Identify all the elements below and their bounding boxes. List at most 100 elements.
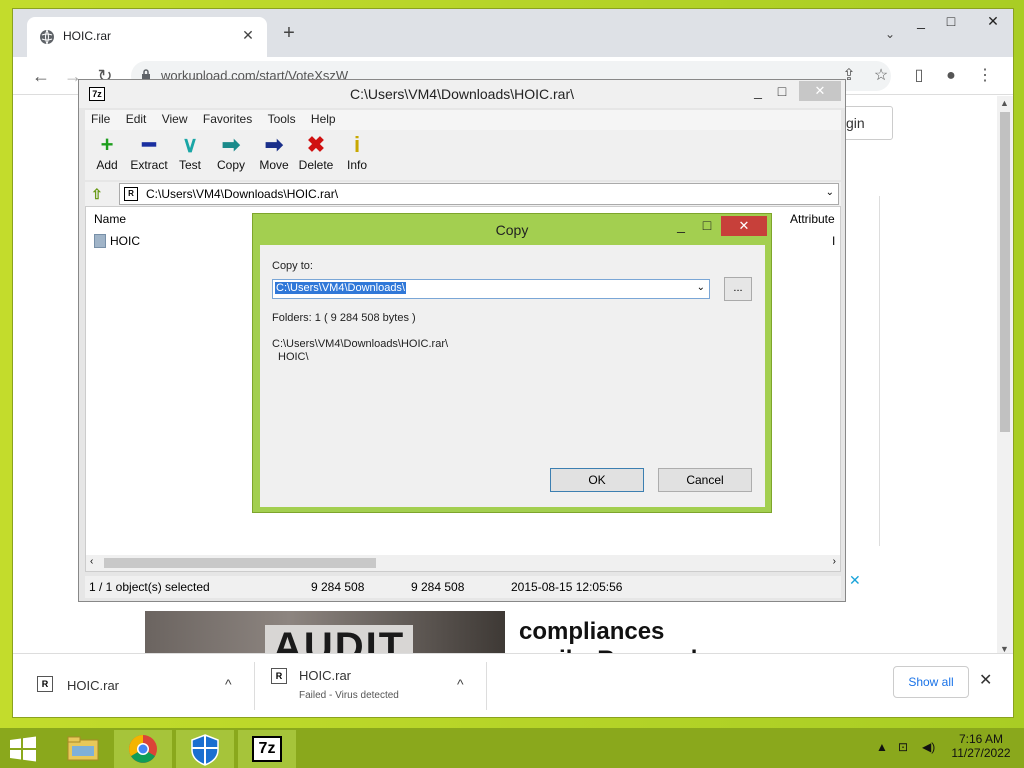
scroll-thumb[interactable] xyxy=(1000,112,1010,432)
chrome-taskbar-icon[interactable] xyxy=(114,730,172,768)
7zip-taskbar-icon[interactable]: 7z xyxy=(238,730,296,768)
7zip-address-path: C:\Users\VM4\Downloads\HOIC.rar\ xyxy=(146,187,339,201)
minimize-button[interactable]: _ xyxy=(907,13,935,29)
copy-to-label: Copy to: xyxy=(272,260,313,272)
info-label: Info xyxy=(346,158,367,172)
defender-shield-icon[interactable] xyxy=(176,730,234,768)
ad-close-icon[interactable]: ✕ xyxy=(849,572,861,589)
chevron-down-icon[interactable]: ⌄ xyxy=(697,282,705,293)
minimize-button[interactable]: _ xyxy=(667,217,695,233)
7zip-toolbar: + Add ━ Extract ∨ Test ➡ Copy ➡ Move ✖ D… xyxy=(85,130,841,180)
info-icon: i xyxy=(353,132,361,157)
copy-to-field[interactable]: C:\Users\VM4\Downloads\ ⌄ xyxy=(272,279,710,299)
close-button[interactable]: ✕ xyxy=(799,81,841,101)
clock-date: 11/27/2022 xyxy=(951,746,1011,760)
download-name: HOIC.rar xyxy=(67,678,119,693)
download-item-2[interactable]: R HOIC.rar Failed - Virus detected ^ xyxy=(259,662,487,710)
add-button[interactable]: + Add xyxy=(91,132,123,178)
scroll-right-icon[interactable]: › xyxy=(833,556,836,567)
delete-button[interactable]: ✖ Delete xyxy=(297,132,335,178)
ad-image[interactable]: AUDIT xyxy=(145,611,505,656)
status-size: 9 284 508 xyxy=(311,580,365,594)
profile-icon[interactable]: ● xyxy=(941,67,961,87)
folder-up-icon[interactable]: ⇧ xyxy=(91,186,107,202)
close-button[interactable]: ✕ xyxy=(721,216,767,236)
copy-dialog-titlebar[interactable]: Copy _ □ ✕ xyxy=(253,214,771,244)
7zip-menubar: File Edit View Favorites Tools Help xyxy=(85,110,841,130)
horizontal-scrollbar[interactable]: ‹ › xyxy=(86,555,840,571)
tab-search-icon[interactable]: ⌄ xyxy=(885,27,895,41)
rar-file-icon: R xyxy=(124,187,138,201)
volume-icon[interactable]: ◀) xyxy=(922,740,935,754)
cancel-button[interactable]: Cancel xyxy=(658,468,752,492)
network-icon[interactable]: ⊡ xyxy=(898,740,908,754)
file-row-attr: I xyxy=(832,234,836,248)
star-icon[interactable]: ☆ xyxy=(871,67,891,87)
ad-image-text: AUDIT xyxy=(265,625,414,656)
downloads-close-icon[interactable]: ✕ xyxy=(979,670,992,690)
maximize-button[interactable]: □ xyxy=(693,217,721,233)
content-divider xyxy=(879,196,880,546)
delete-label: Delete xyxy=(298,158,334,172)
chevron-up-icon[interactable]: ^ xyxy=(457,676,464,692)
test-icon: ∨ xyxy=(181,132,199,157)
chevron-down-icon[interactable]: ⌄ xyxy=(826,187,834,198)
download-item-1[interactable]: R HOIC.rar ^ xyxy=(27,662,255,710)
7zip-address-field[interactable]: R C:\Users\VM4\Downloads\HOIC.rar\ ⌄ xyxy=(119,183,839,205)
back-button[interactable]: ← xyxy=(29,65,53,89)
test-button[interactable]: ∨ Test xyxy=(175,132,205,178)
7zip-statusbar: 1 / 1 object(s) selected 9 284 508 9 284… xyxy=(85,576,841,598)
sidebar-icon[interactable]: ▯ xyxy=(909,67,929,87)
ad-headline[interactable]: compliances xyxy=(519,618,664,646)
column-header-name[interactable]: Name xyxy=(94,212,126,226)
menu-view[interactable]: View xyxy=(156,110,194,128)
menu-icon[interactable]: ⋮ xyxy=(975,67,995,87)
menu-help[interactable]: Help xyxy=(305,110,342,128)
download-status: Failed - Virus detected xyxy=(299,690,399,701)
ok-button[interactable]: OK xyxy=(550,468,644,492)
copy-to-value[interactable]: C:\Users\VM4\Downloads\ xyxy=(275,282,406,294)
folders-info: Folders: 1 ( 9 284 508 bytes ) xyxy=(272,312,416,324)
maximize-button[interactable]: □ xyxy=(767,83,797,99)
7zip-titlebar[interactable]: 7z C:\Users\VM4\Downloads\HOIC.rar\ _ □ … xyxy=(79,80,845,108)
file-explorer-icon[interactable] xyxy=(54,730,112,768)
windows-start-icon[interactable] xyxy=(8,736,38,762)
source-path: C:\Users\VM4\Downloads\HOIC.rar\ xyxy=(272,338,449,350)
tray-overflow-icon[interactable]: ▲ xyxy=(876,740,888,754)
move-button[interactable]: ➡ Move xyxy=(257,132,291,178)
extract-button[interactable]: ━ Extract xyxy=(127,132,171,178)
chevron-up-icon[interactable]: ^ xyxy=(225,676,232,692)
column-header-attributes[interactable]: Attribute xyxy=(790,212,835,226)
scroll-thumb[interactable] xyxy=(104,558,376,568)
info-button[interactable]: i Info xyxy=(343,132,371,178)
close-button[interactable]: ✕ xyxy=(979,13,1007,30)
scroll-left-icon[interactable]: ‹ xyxy=(90,556,93,567)
menu-edit[interactable]: Edit xyxy=(120,110,153,128)
tab-strip: HOIC.rar ✕ + ⌄ _ □ ✕ xyxy=(13,9,1013,57)
7zip-title: C:\Users\VM4\Downloads\HOIC.rar\ xyxy=(349,86,575,102)
menu-favorites[interactable]: Favorites xyxy=(197,110,258,128)
browse-button[interactable]: ... xyxy=(724,277,752,301)
copy-dialog: Copy _ □ ✕ Copy to: C:\Users\VM4\Downloa… xyxy=(252,213,772,513)
show-all-button[interactable]: Show all xyxy=(893,666,969,698)
menu-tools[interactable]: Tools xyxy=(262,110,302,128)
source-item: HOIC\ xyxy=(278,351,309,363)
maximize-button[interactable]: □ xyxy=(937,13,965,29)
globe-icon xyxy=(40,29,54,45)
page-scrollbar[interactable]: ▲ ▼ xyxy=(997,96,1013,656)
copy-dialog-body: Copy to: C:\Users\VM4\Downloads\ ⌄ ... F… xyxy=(260,245,765,507)
menu-file[interactable]: File xyxy=(85,110,116,128)
scroll-up-icon[interactable]: ▲ xyxy=(1000,98,1009,108)
file-row-name[interactable]: HOIC xyxy=(110,234,140,248)
move-label: Move xyxy=(259,158,289,172)
7zip-address-row: ⇧ R C:\Users\VM4\Downloads\HOIC.rar\ ⌄ xyxy=(85,182,841,206)
download-name: HOIC.rar xyxy=(299,668,351,683)
copy-icon: ➡ xyxy=(221,132,241,157)
taskbar: 7z ▲ ⊡ ◀) 7:16 AM 11/27/2022 xyxy=(0,728,1024,768)
tab-hoic[interactable]: HOIC.rar ✕ xyxy=(27,17,267,57)
clock[interactable]: 7:16 AM 11/27/2022 xyxy=(950,732,1012,760)
copy-button[interactable]: ➡ Copy xyxy=(215,132,247,178)
rar-file-icon: R xyxy=(271,668,287,684)
tab-close-icon[interactable]: ✕ xyxy=(239,27,257,44)
new-tab-button[interactable]: + xyxy=(277,23,301,43)
